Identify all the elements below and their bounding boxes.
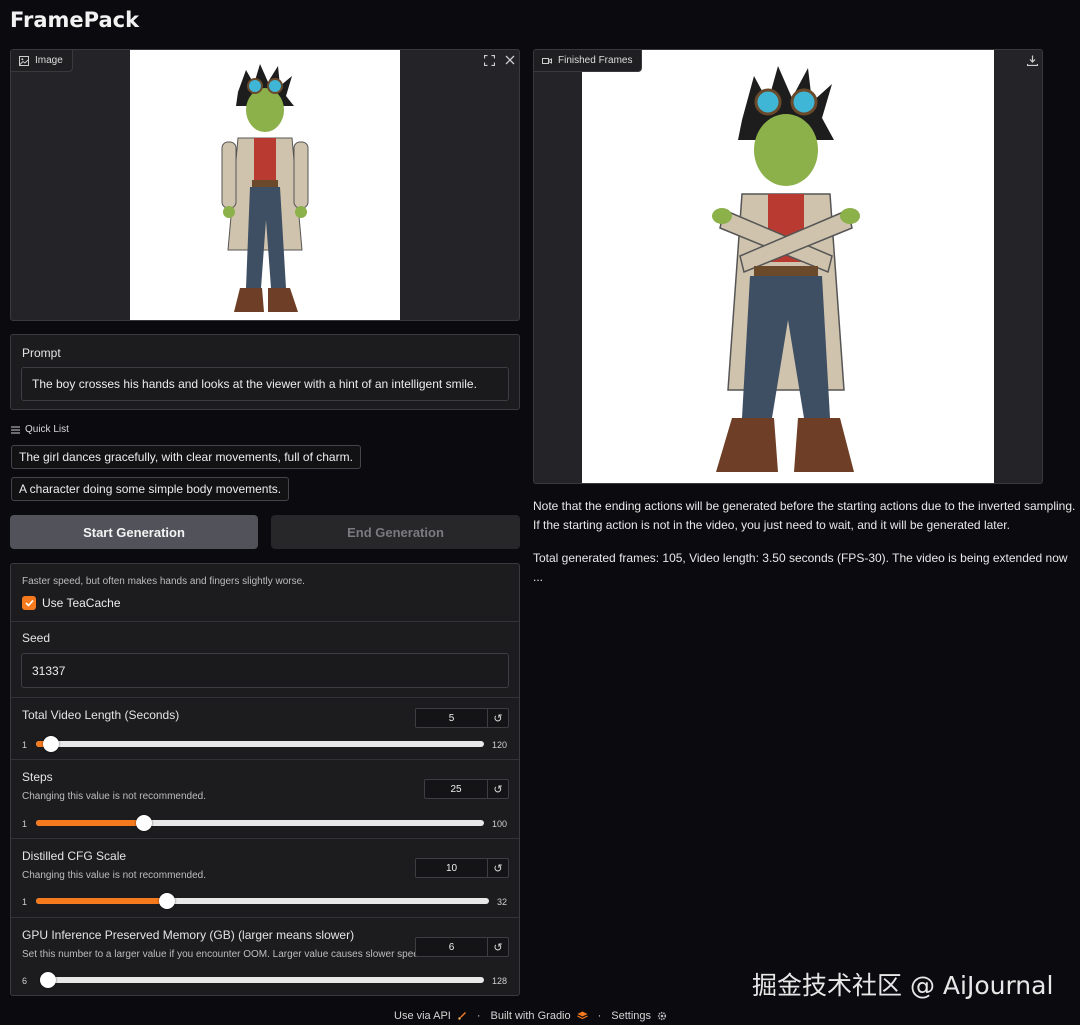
- teacache-checkbox[interactable]: [22, 596, 36, 610]
- character-frame: [712, 66, 860, 472]
- slider-fill: [36, 898, 167, 904]
- check-icon: [24, 599, 34, 607]
- slider-min: 6: [22, 976, 28, 986]
- image-icon: [19, 55, 29, 66]
- end-generation-button[interactable]: End Generation: [271, 515, 520, 549]
- watermark: 掘金技术社区 @ AiJournal: [752, 971, 1054, 1000]
- slider-max: 128: [492, 976, 508, 986]
- reset-button[interactable]: ↺: [487, 937, 509, 957]
- cfg-scale-number[interactable]: 10: [415, 858, 487, 878]
- slider-fill: [36, 820, 144, 826]
- settings-panel: Faster speed, but often makes hands and …: [10, 563, 520, 996]
- slider-thumb[interactable]: [159, 893, 175, 909]
- output-video[interactable]: [582, 50, 994, 483]
- slider-hint: Set this number to a larger value if you…: [22, 949, 428, 960]
- progress-text: Total generated frames: 105, Video lengt…: [533, 551, 1068, 584]
- use-via-api-link[interactable]: Use via API: [394, 1010, 451, 1022]
- teacache-label: Use TeaCache: [42, 596, 121, 610]
- image-input-panel[interactable]: Image: [10, 49, 520, 321]
- note-line-2: If the starting action is not in the vid…: [533, 518, 1010, 532]
- steps-number[interactable]: 25: [424, 779, 487, 799]
- slider-max: 32: [497, 897, 508, 907]
- prompt-input[interactable]: The boy crosses his hands and looks at t…: [21, 367, 509, 401]
- steps-slider[interactable]: [36, 815, 484, 831]
- fullscreen-button[interactable]: [479, 50, 499, 70]
- clear-image-button[interactable]: [500, 50, 520, 70]
- footer-separator: ·: [597, 1010, 602, 1022]
- slider-max: 120: [492, 740, 508, 750]
- download-button[interactable]: [1022, 50, 1042, 70]
- list-icon: [11, 426, 20, 433]
- slider-thumb[interactable]: [136, 815, 152, 831]
- download-icon: [1026, 55, 1038, 66]
- slider-thumb[interactable]: [40, 972, 56, 988]
- character-illustration: [221, 64, 309, 312]
- quick-list-label: Quick List: [25, 424, 69, 435]
- prompt-label: Prompt: [22, 346, 61, 360]
- built-with-gradio-link[interactable]: Built with Gradio: [491, 1010, 571, 1022]
- reset-icon: ↺: [493, 862, 503, 875]
- finished-frames-tag: Finished Frames: [534, 50, 643, 72]
- reset-button[interactable]: ↺: [487, 779, 509, 799]
- slider-thumb[interactable]: [43, 736, 59, 752]
- gpu-memory-slider[interactable]: [40, 972, 484, 988]
- quick-list-header: Quick List: [11, 424, 69, 435]
- start-generation-button[interactable]: Start Generation: [10, 515, 258, 549]
- fullscreen-icon: [483, 54, 495, 66]
- image-tag-label: Image: [35, 55, 63, 66]
- slider-label: Steps: [22, 770, 53, 784]
- quick-list-item[interactable]: A character doing some simple body movem…: [11, 477, 290, 501]
- teacache-checkbox-row[interactable]: Use TeaCache: [22, 596, 121, 610]
- close-icon: [505, 55, 515, 65]
- seed-label: Seed: [22, 631, 51, 645]
- video-length-slider[interactable]: [36, 736, 484, 752]
- footer: Use via API · Built with Gradio · Settin…: [394, 1010, 667, 1022]
- slider-min: 1: [22, 897, 28, 907]
- teacache-hint: Faster speed, but often makes hands and …: [22, 576, 305, 587]
- settings-link[interactable]: Settings: [611, 1010, 651, 1022]
- slider-hint: Changing this value is not recommended.: [22, 870, 206, 881]
- slider-label: GPU Inference Preserved Memory (GB) (lar…: [22, 928, 355, 942]
- gradio-logo-icon: [576, 1011, 588, 1020]
- prompt-panel: Prompt The boy crosses his hands and loo…: [10, 334, 520, 410]
- slider-min: 1: [22, 740, 28, 750]
- finished-frames-label: Finished Frames: [558, 55, 633, 66]
- reset-icon: ↺: [493, 783, 503, 796]
- gear-icon: [657, 1011, 667, 1021]
- input-image: [130, 50, 400, 320]
- quick-list-item[interactable]: The girl dances gracefully, with clear m…: [11, 445, 361, 469]
- finished-frames-panel: Finished Frames: [533, 49, 1043, 484]
- reset-button[interactable]: ↺: [487, 858, 509, 878]
- reset-icon: ↺: [493, 712, 503, 725]
- slider-hint: Changing this value is not recommended.: [22, 791, 206, 802]
- slider-max: 100: [492, 819, 508, 829]
- reset-icon: ↺: [493, 941, 503, 954]
- seed-input[interactable]: 31337: [21, 653, 509, 688]
- slider-label: Distilled CFG Scale: [22, 849, 127, 863]
- slider-label: Total Video Length (Seconds): [22, 708, 180, 722]
- gpu-memory-number[interactable]: 6: [415, 937, 487, 957]
- cfg-scale-slider[interactable]: [36, 893, 489, 909]
- app-title: FramePack: [10, 8, 140, 32]
- note-line-1: Note that the ending actions will be gen…: [533, 499, 1076, 513]
- video-length-number[interactable]: 5: [415, 708, 487, 728]
- image-tag: Image: [11, 50, 73, 72]
- rocket-icon: [458, 1012, 466, 1020]
- slider-min: 1: [22, 819, 28, 829]
- footer-separator: ·: [476, 1010, 481, 1022]
- video-icon: [542, 57, 552, 64]
- reset-button[interactable]: ↺: [487, 708, 509, 728]
